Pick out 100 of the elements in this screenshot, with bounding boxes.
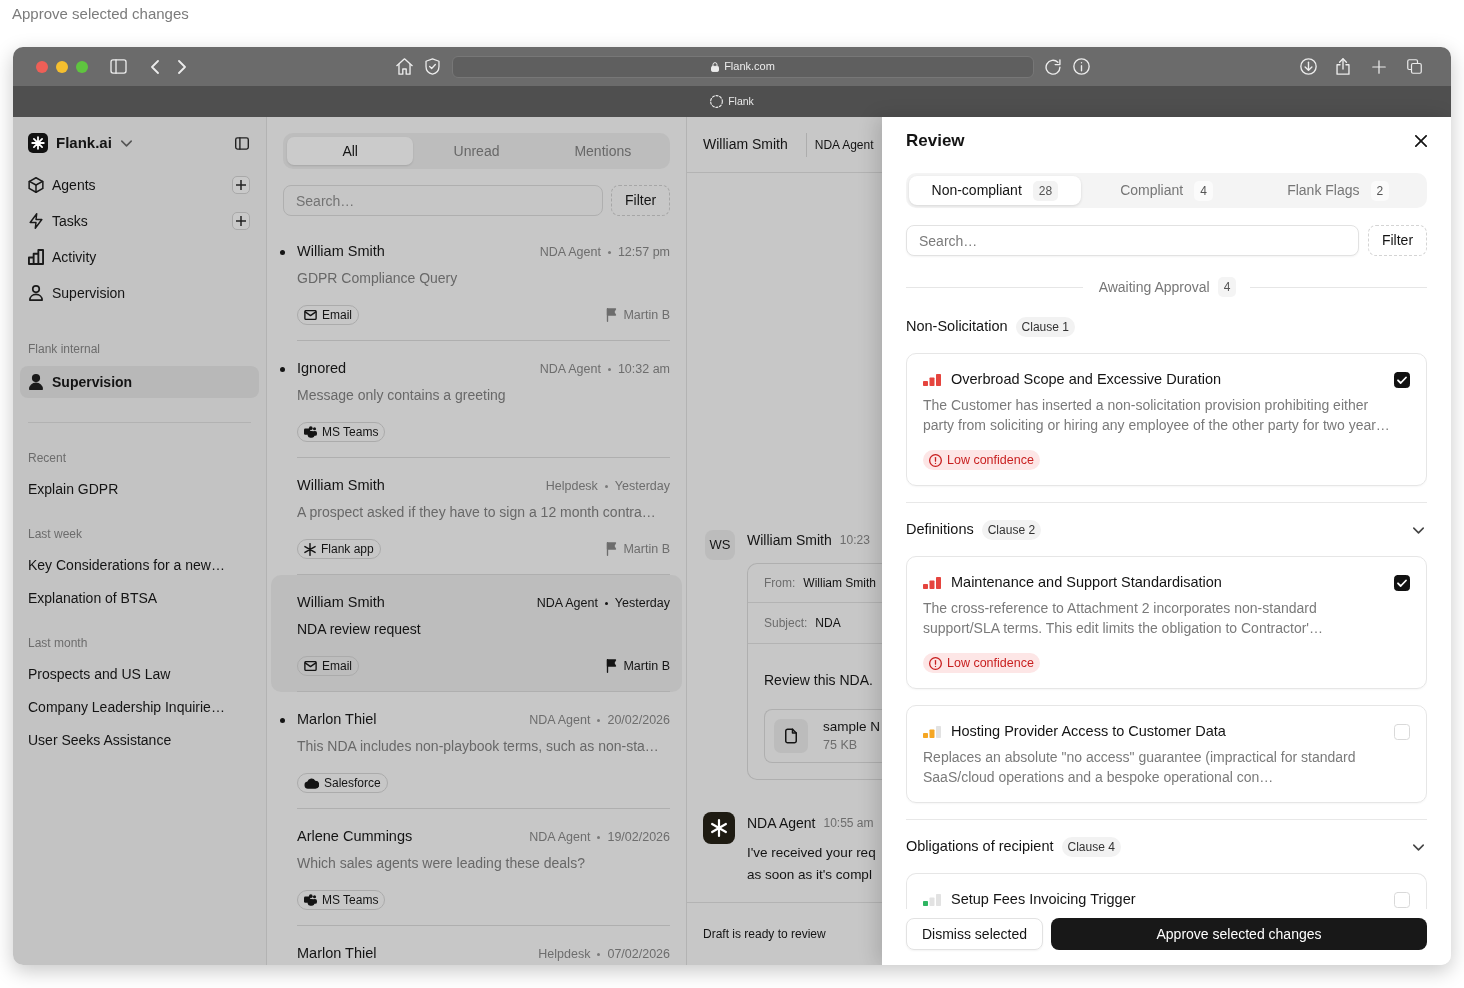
- download-icon[interactable]: [1300, 58, 1317, 75]
- nav-item[interactable]: Tasks: [20, 203, 228, 239]
- chat-history-item[interactable]: Explain GDPR: [20, 473, 259, 506]
- agent-name: NDA Agent: [529, 828, 591, 846]
- filter-button[interactable]: Filter: [1368, 225, 1427, 256]
- assignee-name: Martin B: [623, 657, 670, 675]
- file-icon: [774, 719, 808, 753]
- tab[interactable]: Compliant 4: [1080, 176, 1253, 205]
- issue-card[interactable]: Maintenance and Support Standardisation The cross-reference to Attachment 2 incorporates non-standard support/SLA terms. This edit limits the obligation to Contractor'… Low confidence: [906, 556, 1427, 689]
- share-icon[interactable]: [1336, 58, 1350, 75]
- dismiss-button[interactable]: Dismiss selected: [906, 918, 1043, 950]
- chat-history-item[interactable]: Company Leadership Inquirie…: [20, 691, 259, 724]
- count-badge: 4: [1194, 180, 1213, 201]
- people-icon: [304, 426, 317, 438]
- chat-history-item[interactable]: Explanation of BTSA: [20, 582, 259, 615]
- inbox-item[interactable]: Arlene Cummings NDA Agent 19/02/2026 Which sales agents were leading these deals? MS Teams: [271, 809, 682, 926]
- sender-name: William Smith: [297, 242, 385, 262]
- inbox-item[interactable]: Marlon Thiel NDA Agent 20/02/2026 This NDA includes non-playbook terms, such as non-sta… Salesforce: [271, 692, 682, 809]
- sender-name: Marlon Thiel: [297, 944, 377, 964]
- channel-name: Email: [322, 307, 352, 324]
- workspace-switcher[interactable]: Flank.ai: [56, 131, 132, 155]
- assignee-name: Martin B: [623, 540, 670, 558]
- timestamp: 07/02/2026: [607, 945, 670, 963]
- info-icon[interactable]: [1073, 58, 1090, 75]
- shield-check-icon[interactable]: [425, 58, 440, 75]
- issue-title: Maintenance and Support Standardisation: [951, 573, 1223, 593]
- clause-badge: Clause 1: [1015, 317, 1075, 337]
- person-icon: [28, 374, 44, 390]
- inbox-item[interactable]: Ignored NDA Agent 10:32 am Message only contains a greeting MS Teams: [271, 341, 682, 458]
- filter-button[interactable]: Filter: [611, 185, 670, 216]
- issue-card[interactable]: Setup Fees Invoicing Trigger: [906, 873, 1427, 909]
- cube-icon: [28, 177, 44, 193]
- tabs-icon[interactable]: [1407, 59, 1422, 74]
- bar-chart-icon: [28, 249, 44, 265]
- attachment-name: sample N: [823, 718, 881, 736]
- chevron-left-icon[interactable]: [151, 59, 159, 74]
- draft-status: Draft is ready to review: [703, 926, 826, 943]
- timestamp: 10:32 am: [617, 360, 670, 378]
- inbox-item[interactable]: William Smith NDA Agent 12:57 pm GDPR Compliance Query Email Martin B: [271, 224, 682, 341]
- chat-history-item[interactable]: User Seeks Assistance: [20, 724, 259, 757]
- issue-card[interactable]: Hosting Provider Access to Customer Data Replaces an absolute "no access" guarantee (impractical for standard SaaS/cloud operations and a bespoke operational con…: [906, 705, 1427, 803]
- issue-title: Hosting Provider Access to Customer Data: [951, 722, 1227, 742]
- message-preview: GDPR Compliance Query: [297, 269, 459, 288]
- nav-item[interactable]: Supervision: [20, 366, 259, 398]
- search-field[interactable]: Search…: [283, 185, 604, 216]
- chevron-down-icon[interactable]: [1413, 526, 1424, 534]
- channel-name: Salesforce: [324, 775, 381, 792]
- lock-icon: [711, 61, 720, 72]
- issue-card[interactable]: [906, 353, 1427, 486]
- chat-history-item[interactable]: Prospects and US Law: [20, 658, 259, 691]
- asterisk-icon: [304, 542, 316, 556]
- section-heading: Flank internal: [27, 341, 102, 358]
- chevron-down-icon[interactable]: [1413, 843, 1424, 851]
- address-bar[interactable]: Flank.com: [452, 55, 1034, 78]
- checkbox[interactable]: [1394, 372, 1410, 388]
- sidebar-toggle-icon[interactable]: [235, 136, 249, 150]
- home-icon[interactable]: [396, 58, 413, 75]
- envelope-icon: [304, 310, 317, 320]
- sender-name: Arlene Cummings: [297, 827, 413, 847]
- section-title: Definitions: [906, 520, 974, 540]
- message-preview: This NDA includes non-playbook terms, such as non-sta…: [297, 737, 660, 756]
- issue-description: The Customer has inserted a non-solicitation provision prohibiting either party from soliciting or hiring any employee of the other party for two year…: [923, 396, 1391, 435]
- close-button[interactable]: [1415, 135, 1427, 147]
- reload-icon[interactable]: [1045, 58, 1061, 75]
- agent-name: NDA Agent: [539, 243, 601, 261]
- inbox-item[interactable]: Marlon Thiel Helpdesk 07/02/2026: [271, 926, 682, 964]
- timestamp: Yesterday: [614, 477, 670, 495]
- tab[interactable]: All: [287, 137, 414, 165]
- window-zoom-button[interactable]: [76, 60, 88, 73]
- add-button[interactable]: [232, 176, 250, 194]
- chevron-right-icon[interactable]: [178, 59, 186, 74]
- issue-title: Overbroad Scope and Excessive Duration: [951, 370, 1222, 390]
- inbox-item[interactable]: William Smith NDA Agent Yesterday NDA review request Email Martin B: [271, 575, 682, 692]
- asterisk-avatar-icon: [703, 812, 735, 844]
- approve-button[interactable]: Approve selected changes: [1051, 918, 1427, 950]
- tab[interactable]: Flank Flags 2: [1252, 176, 1424, 205]
- timestamp: 12:57 pm: [617, 243, 670, 261]
- field-label: From:: [764, 575, 796, 592]
- add-button[interactable]: [232, 212, 250, 230]
- nav-item[interactable]: Agents: [20, 167, 228, 203]
- window-minimize-button[interactable]: [56, 60, 68, 73]
- channel-name: MS Teams: [322, 892, 379, 909]
- tab-title[interactable]: Flank: [728, 93, 754, 110]
- timestamp: 10:23: [839, 532, 870, 549]
- plus-icon[interactable]: [1372, 59, 1386, 74]
- chat-history-item[interactable]: Key Considerations for a new…: [20, 549, 259, 582]
- sidebar-icon[interactable]: [110, 59, 127, 74]
- nav-item[interactable]: Activity: [20, 239, 259, 275]
- agent-name: Helpdesk: [538, 945, 591, 963]
- envelope-icon: [304, 661, 317, 671]
- flag-icon: [606, 542, 618, 556]
- lightning-icon: [28, 213, 44, 229]
- nav-item[interactable]: Supervision: [20, 275, 259, 311]
- message-preview: Which sales agents were leading these deals?: [297, 854, 586, 873]
- checkbox[interactable]: [1394, 575, 1410, 591]
- url-text: Flank.com: [724, 59, 775, 75]
- channel-name: Flank app: [321, 541, 374, 558]
- email-body: Review this NDA.: [763, 671, 874, 690]
- message-preview: Message only contains a greeting: [297, 386, 507, 405]
- tab[interactable]: Non-compliant 28: [909, 176, 1081, 205]
